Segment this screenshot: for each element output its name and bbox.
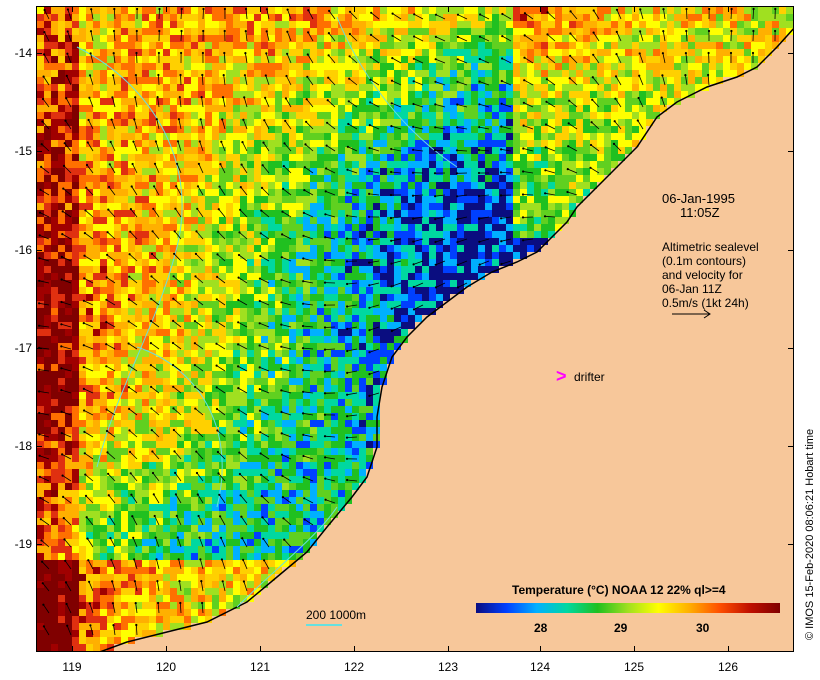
lat-label-15: -15 xyxy=(14,144,32,158)
lon-label-123: 123 xyxy=(437,660,459,674)
lon-label-124: 124 xyxy=(529,660,551,674)
altimetry-note: Altimetric sealevel (0.1m contours) and … xyxy=(662,240,759,310)
lon-tick xyxy=(540,646,541,652)
lon-tick xyxy=(448,646,449,652)
colorbar xyxy=(476,603,780,613)
lon-tick xyxy=(260,646,261,652)
lon-tick xyxy=(634,6,635,12)
lon-tick xyxy=(728,6,729,12)
image-date: 06-Jan-1995 xyxy=(662,191,735,206)
lon-tick xyxy=(166,646,167,652)
lat-tick xyxy=(788,544,794,545)
sst-heatmap xyxy=(37,7,793,651)
velocity-scale-arrow-icon xyxy=(672,309,711,319)
lon-tick xyxy=(166,6,167,12)
lon-label-120: 120 xyxy=(155,660,177,674)
lat-tick xyxy=(788,250,794,251)
lon-tick xyxy=(354,6,355,12)
lat-tick xyxy=(36,250,42,251)
lon-tick xyxy=(354,646,355,652)
lat-label-16: -16 xyxy=(14,243,32,257)
lat-tick xyxy=(36,53,42,54)
contour-legend: 200 1000m xyxy=(306,608,367,622)
colorbar-tick-30: 30 xyxy=(696,621,710,635)
lon-label-119: 119 xyxy=(62,660,82,674)
lon-tick xyxy=(448,6,449,12)
altimetry-line: Altimetric sealevel xyxy=(662,240,759,254)
altimetry-line: 0.5m/s (1kt 24h) xyxy=(662,296,749,310)
drifter-label: drifter xyxy=(574,370,605,384)
lat-tick xyxy=(36,348,42,349)
lat-tick xyxy=(788,151,794,152)
colorbar-tick-28: 28 xyxy=(534,621,548,635)
lon-tick xyxy=(540,6,541,12)
lon-label-122: 122 xyxy=(343,660,365,674)
lat-label-17: -17 xyxy=(14,341,32,355)
lat-tick xyxy=(36,446,42,447)
lat-label-14: -14 xyxy=(14,46,32,60)
lat-tick xyxy=(36,544,42,545)
colorbar-title: Temperature (°C) NOAA 12 22% ql>=4 xyxy=(512,583,726,597)
lon-label-126: 126 xyxy=(717,660,739,674)
lat-tick xyxy=(788,348,794,349)
lat-tick xyxy=(788,53,794,54)
lat-label-19: -19 xyxy=(14,537,32,551)
lon-tick xyxy=(72,6,73,12)
lat-tick xyxy=(36,151,42,152)
lat-label-18: -18 xyxy=(14,439,32,453)
altimetry-line: and velocity for xyxy=(662,268,743,282)
image-time: 11:05Z xyxy=(680,205,720,220)
credit-text: © IMOS 15-Feb-2020 08:06:21 Hobart time xyxy=(804,428,816,640)
lon-tick xyxy=(260,6,261,12)
sst-map xyxy=(36,6,794,652)
colorbar-tick-29: 29 xyxy=(614,621,628,635)
altimetry-line: (0.1m contours) xyxy=(662,254,747,268)
lat-tick xyxy=(788,446,794,447)
lon-tick xyxy=(72,646,73,652)
lon-tick xyxy=(634,646,635,652)
altimetry-line: 06-Jan 11Z xyxy=(662,282,722,296)
lon-label-125: 125 xyxy=(623,660,645,674)
contour-legend-line xyxy=(306,624,342,626)
lon-tick xyxy=(728,646,729,652)
drifter-marker-icon: > xyxy=(556,366,567,386)
lon-label-121: 121 xyxy=(249,660,271,674)
